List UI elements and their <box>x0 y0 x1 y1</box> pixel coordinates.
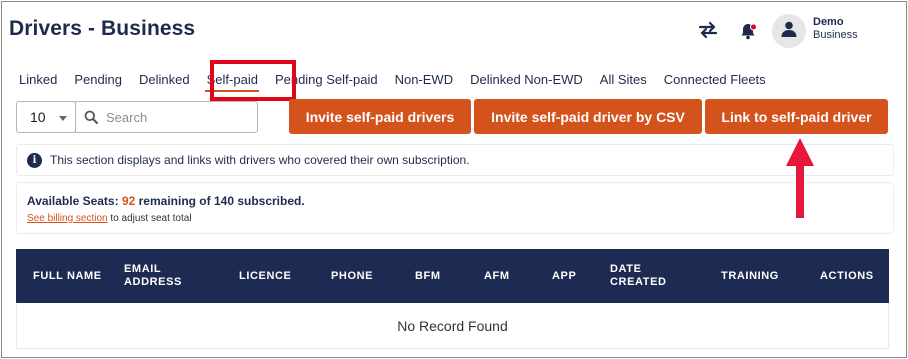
tab-pending-self-paid[interactable]: Pending Self-paid <box>266 69 386 91</box>
col-date-created[interactable]: DATE CREATED <box>610 249 680 303</box>
col-actions: ACTIONS <box>820 269 874 282</box>
search-box <box>75 101 258 133</box>
info-text: This section displays and links with dri… <box>50 153 470 167</box>
invite-self-paid-drivers-button[interactable]: Invite self-paid drivers <box>289 99 471 134</box>
tab-all-sites[interactable]: All Sites <box>591 69 655 91</box>
col-training[interactable]: TRAINING <box>721 249 801 303</box>
available-seats-text: Available Seats: 92 remaining of 140 sub… <box>27 194 305 208</box>
page-frame: Drivers - Business Demo Business Linked … <box>1 1 907 358</box>
empty-state-text: No Record Found <box>397 317 508 334</box>
chevron-down-icon <box>59 116 67 121</box>
seats-suffix: remaining of 140 subscribed. <box>135 194 305 208</box>
col-licence[interactable]: LICENCE <box>239 249 309 303</box>
search-icon <box>84 110 98 124</box>
col-app[interactable]: APP <box>552 249 592 303</box>
seats-panel: Available Seats: 92 remaining of 140 sub… <box>16 182 894 234</box>
bell-icon[interactable] <box>737 20 759 42</box>
search-input[interactable] <box>106 109 246 125</box>
tab-non-ewd[interactable]: Non-EWD <box>386 69 462 91</box>
per-page-value: 10 <box>30 109 46 125</box>
col-full-name[interactable]: FULL NAME <box>33 249 103 303</box>
avatar[interactable] <box>772 14 806 48</box>
tab-self-paid[interactable]: Self-paid <box>198 69 266 92</box>
info-icon: i <box>27 152 42 168</box>
link-self-paid-driver-button[interactable]: Link to self-paid driver <box>705 99 888 134</box>
info-banner: i This section displays and links with d… <box>16 144 894 176</box>
user-name[interactable]: Demo <box>813 16 844 28</box>
swap-arrows-icon[interactable] <box>697 20 719 40</box>
col-afm[interactable]: AFM <box>484 249 524 303</box>
per-page-select[interactable]: 10 <box>16 101 76 133</box>
tab-pending[interactable]: Pending <box>65 69 130 91</box>
driver-tabs: Linked Pending Delinked Self-paid Pendin… <box>10 69 774 92</box>
seats-prefix: Available Seats: <box>27 194 122 208</box>
tab-connected-fleets[interactable]: Connected Fleets <box>655 69 774 91</box>
billing-note: See billing section to adjust seat total <box>27 213 192 224</box>
user-avatar-icon <box>780 20 798 43</box>
table-header: FULL NAME EMAIL ADDRESS LICENCE PHONE BF… <box>16 249 889 303</box>
col-email-address[interactable]: EMAIL ADDRESS <box>124 249 194 303</box>
seats-remaining-count: 92 <box>121 194 136 208</box>
col-phone[interactable]: PHONE <box>331 249 401 303</box>
invite-by-csv-button[interactable]: Invite self-paid driver by CSV <box>474 99 702 134</box>
table-body: No Record Found <box>16 303 889 349</box>
billing-note-text: to adjust seat total <box>107 213 192 224</box>
tab-linked[interactable]: Linked <box>10 69 65 91</box>
billing-section-link[interactable]: See billing section <box>27 213 108 224</box>
up-arrow-annotation-icon <box>786 138 814 218</box>
col-bfm[interactable]: BFM <box>415 249 455 303</box>
user-role: Business <box>813 29 858 41</box>
tab-delinked[interactable]: Delinked <box>130 69 198 91</box>
page-title: Drivers - Business <box>9 17 196 40</box>
drivers-table: FULL NAME EMAIL ADDRESS LICENCE PHONE BF… <box>16 249 889 349</box>
tab-delinked-non-ewd[interactable]: Delinked Non-EWD <box>461 69 591 91</box>
